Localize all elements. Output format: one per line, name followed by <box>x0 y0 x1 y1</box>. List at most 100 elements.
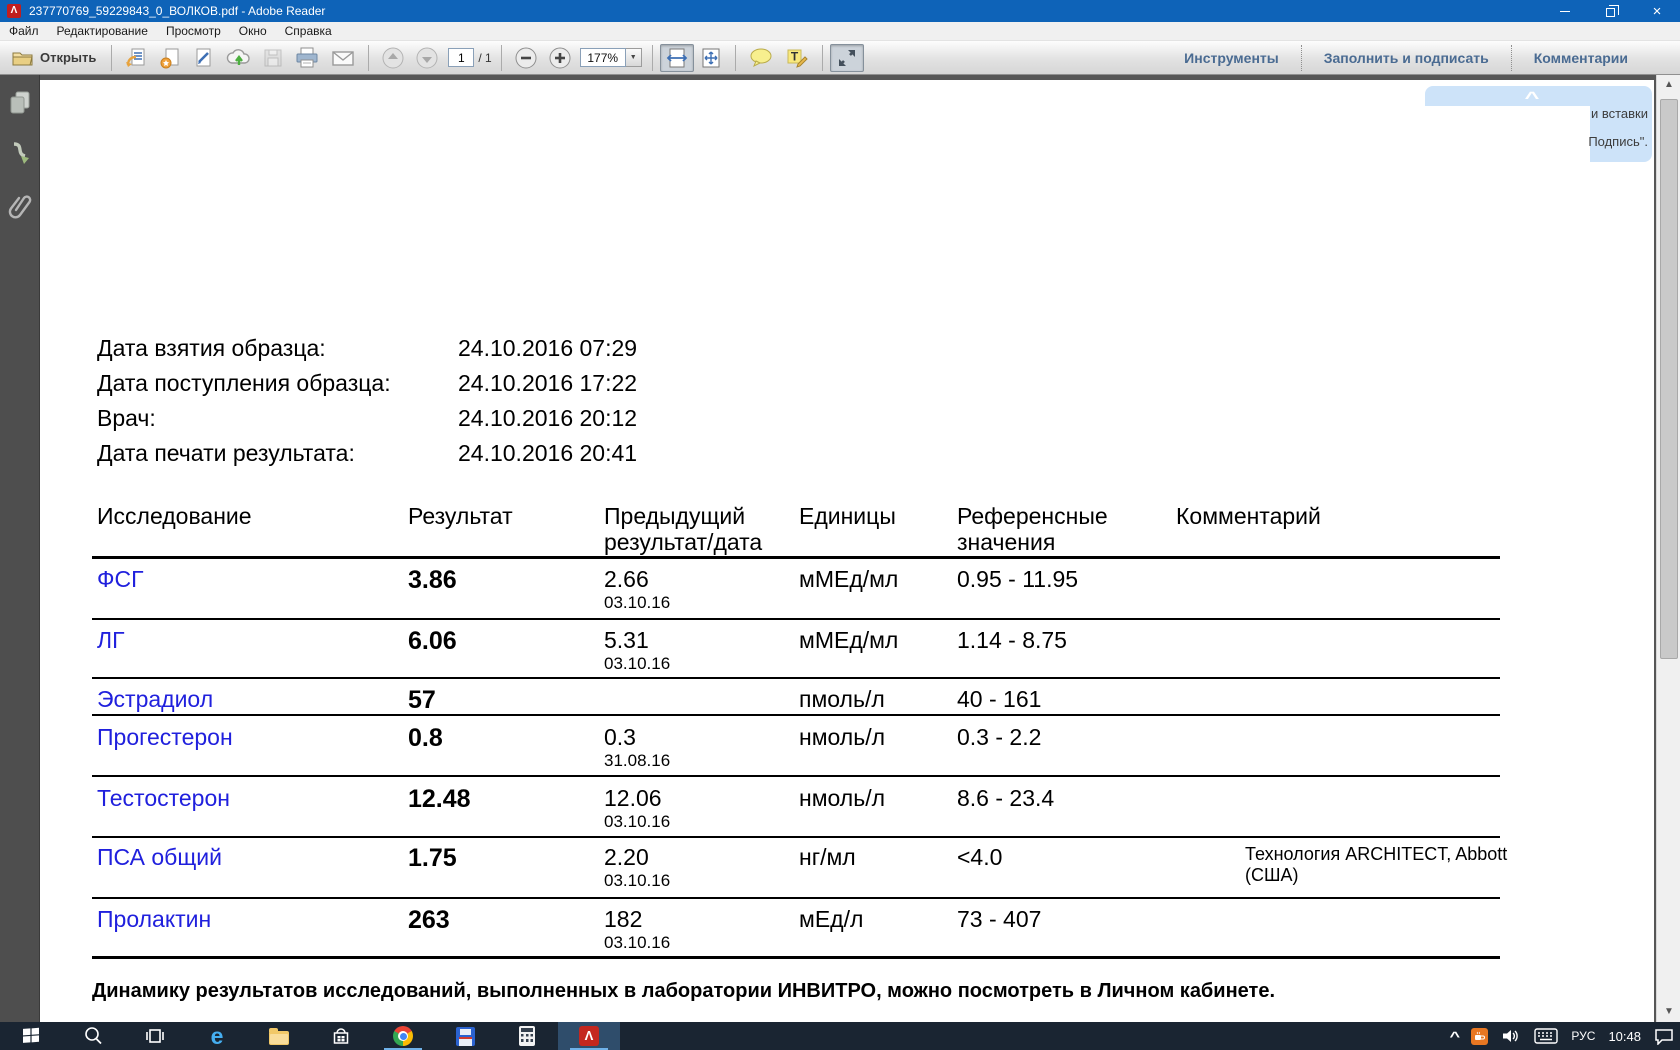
task-view-button[interactable] <box>124 1022 186 1050</box>
cloud-upload-button[interactable] <box>221 44 257 72</box>
column-header-study: Исследование <box>97 503 252 529</box>
taskbar-explorer-button[interactable] <box>248 1022 310 1050</box>
navigation-pane-strip <box>0 75 40 1022</box>
result-value: 12.48 <box>408 785 471 814</box>
zoom-in-button[interactable] <box>543 44 577 72</box>
file-explorer-icon <box>269 1031 289 1045</box>
tools-panel-button[interactable]: Инструменты <box>1162 50 1301 66</box>
fullscreen-button[interactable] <box>830 44 864 72</box>
zoom-out-button[interactable] <box>509 44 543 72</box>
print-button[interactable] <box>289 44 325 72</box>
previous-result: 182 <box>604 906 642 933</box>
save-button[interactable] <box>257 44 289 72</box>
taskbar-search-button[interactable] <box>62 1022 124 1050</box>
scrollbar-thumb[interactable] <box>1660 99 1678 659</box>
test-name-link[interactable]: ЛГ <box>97 627 125 654</box>
email-button[interactable] <box>325 44 361 72</box>
menu-help[interactable]: Справка <box>276 22 341 41</box>
adobe-reader-app-icon: Λ <box>7 4 21 18</box>
toolbar-separator <box>501 45 502 71</box>
column-header-previous: Предыдущий результат/дата <box>604 503 789 555</box>
result-value: 6.06 <box>408 627 457 656</box>
restore-button[interactable] <box>1588 0 1634 22</box>
language-indicator[interactable]: РУС <box>1571 1029 1595 1043</box>
fit-page-button[interactable] <box>694 44 728 72</box>
adobe-reader-icon: Λ <box>579 1026 599 1046</box>
open-button[interactable]: Открыть <box>0 44 104 72</box>
menu-bar: Файл Редактирование Просмотр Окно Справк… <box>0 22 1680 41</box>
vertical-scrollbar[interactable]: ▲ ▼ <box>1656 75 1680 1022</box>
previous-date: 03.10.16 <box>604 654 670 674</box>
toolbar-separator <box>111 45 112 71</box>
floppy-app-icon <box>456 1027 475 1046</box>
previous-page-button[interactable] <box>376 44 410 72</box>
meta-row: Врач: 24.10.2016 20:12 <box>40 405 1654 431</box>
volume-icon[interactable] <box>1501 1027 1521 1045</box>
close-button[interactable]: × <box>1634 0 1680 22</box>
page-thumbnails-button[interactable] <box>0 83 40 123</box>
zoom-out-icon <box>514 46 538 70</box>
java-update-tray-icon[interactable] <box>1471 1028 1488 1045</box>
share-file-button[interactable] <box>119 44 153 72</box>
taskbar-store-button[interactable] <box>310 1022 372 1050</box>
zoom-dropdown-button[interactable]: ▼ <box>626 48 642 67</box>
menu-edit[interactable]: Редактирование <box>48 22 157 41</box>
taskbar-adobe-reader-button[interactable]: Λ <box>558 1022 620 1050</box>
meta-label: Дата поступления образца: <box>97 370 391 397</box>
test-name-link[interactable]: Эстрадиол <box>97 686 213 713</box>
previous-result: 2.66 <box>604 566 649 593</box>
test-name-link[interactable]: Пролактин <box>97 906 211 933</box>
taskbar-calculator-button[interactable] <box>496 1022 558 1050</box>
print-icon <box>294 46 320 70</box>
paperclip-icon <box>8 190 32 220</box>
minimize-button[interactable] <box>1542 0 1588 22</box>
arrow-down-icon: ▼ <box>1664 1006 1674 1017</box>
table-rule <box>92 775 1500 777</box>
fill-sign-panel-button[interactable]: Заполнить и подписать <box>1302 50 1511 66</box>
attachments-button[interactable] <box>0 185 40 225</box>
chevron-down-icon: ▼ <box>630 54 637 61</box>
page-number-input[interactable] <box>448 48 474 67</box>
taskbar-app-button[interactable] <box>434 1022 496 1050</box>
previous-result: 5.31 <box>604 627 649 654</box>
comments-panel-button[interactable]: Комментарии <box>1512 50 1650 66</box>
close-icon: × <box>1653 4 1662 19</box>
chevron-up-icon[interactable]: ^ <box>1525 88 1540 108</box>
menu-view[interactable]: Просмотр <box>157 22 230 41</box>
arrow-up-icon: ▲ <box>1664 79 1674 90</box>
fit-width-button[interactable] <box>660 44 694 72</box>
result-value: 263 <box>408 906 450 935</box>
create-pdf-button[interactable] <box>153 44 187 72</box>
scroll-down-button[interactable]: ▼ <box>1657 1002 1680 1022</box>
email-icon <box>330 47 356 69</box>
bookmarks-button[interactable] <box>0 135 40 175</box>
scroll-up-button[interactable]: ▲ <box>1657 75 1680 95</box>
fit-page-icon <box>699 46 723 70</box>
comment: Технология ARCHITECT, Abbott (США) <box>1245 844 1520 886</box>
next-page-button[interactable] <box>410 44 444 72</box>
keyboard-icon[interactable] <box>1534 1028 1558 1044</box>
test-name-link[interactable]: Тестостерон <box>97 785 230 812</box>
reference-range: 40 - 161 <box>957 686 1041 713</box>
clock[interactable]: 10:48 <box>1608 1029 1641 1044</box>
taskbar-edge-button[interactable]: e <box>186 1022 248 1050</box>
coffee-cup-icon <box>1474 1031 1485 1042</box>
action-center-icon[interactable] <box>1654 1027 1674 1045</box>
test-name-link[interactable]: ПСА общий <box>97 844 222 871</box>
hidden-icons-button[interactable]: ^ <box>1449 1029 1460 1044</box>
test-name-link[interactable]: ФСГ <box>97 566 144 593</box>
result-value: 57 <box>408 686 436 715</box>
callout-text-line: Подпись". <box>1528 134 1648 149</box>
taskbar-chrome-button[interactable] <box>372 1022 434 1050</box>
menu-file[interactable]: Файл <box>0 22 48 41</box>
test-name-link[interactable]: Прогестерон <box>97 724 233 751</box>
menu-window[interactable]: Окно <box>230 22 276 41</box>
page-thumbnails-icon <box>8 90 32 116</box>
toolbar: Открыть <box>0 41 1680 75</box>
add-comment-button[interactable] <box>743 44 779 72</box>
highlight-text-button[interactable]: T <box>779 44 815 72</box>
sign-document-button[interactable] <box>187 44 221 72</box>
start-button[interactable] <box>0 1022 62 1050</box>
document-canvas: Дата взятия образца: 24.10.2016 07:29 Да… <box>40 75 1656 1022</box>
zoom-level-value[interactable]: 177% <box>580 48 626 67</box>
